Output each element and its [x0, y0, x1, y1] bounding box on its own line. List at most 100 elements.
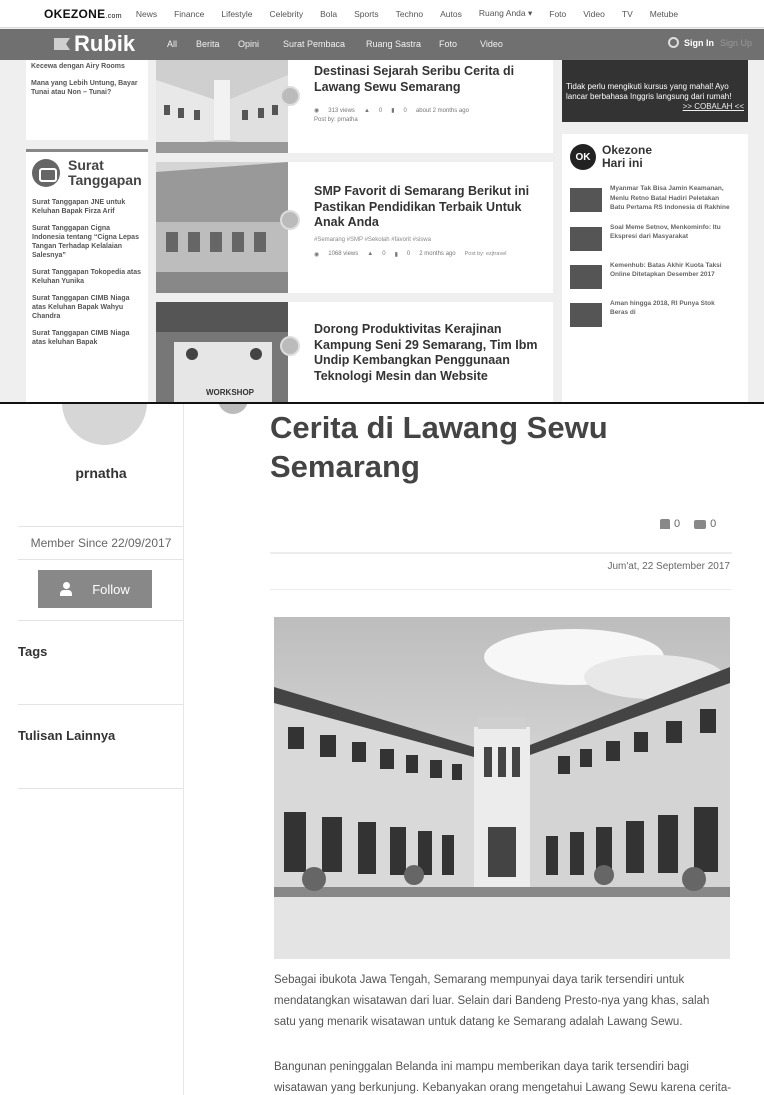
lawang-sewu-photo-icon	[274, 617, 730, 959]
like-icon[interactable]	[660, 519, 670, 529]
article-title[interactable]: Destinasi Sejarah Seribu Cerita di Lawan…	[314, 64, 544, 95]
search-icon[interactable]	[668, 37, 679, 48]
nav-news[interactable]: News	[136, 9, 157, 19]
news-item[interactable]: Myanmar Tak Bisa Jamin Keamanan, Menlu R…	[570, 184, 740, 213]
surat-item[interactable]: Surat Tanggapan Tokopedia atas Keluhan Y…	[32, 268, 142, 286]
nav-celebrity[interactable]: Celebrity	[270, 9, 304, 19]
okezone-top-nav: OKEZONE.com News Finance Lifestyle Celeb…	[0, 0, 764, 28]
ad-text: Tidak perlu mengikuti kursus yang mahal!…	[566, 82, 732, 101]
article-type-badge-icon	[280, 210, 300, 230]
nav-tv[interactable]: TV	[622, 9, 633, 19]
nav-lifestyle[interactable]: Lifestyle	[221, 9, 252, 19]
surat-item[interactable]: Surat Tanggapan CIMB Niaga atas Keluhan …	[32, 294, 142, 321]
rubik-nav-all[interactable]: All	[167, 39, 177, 49]
okezone-badge-icon: OK	[570, 144, 596, 170]
okezone-hari-ini-header: OK Okezone Hari ini	[570, 144, 740, 170]
rubik-logo[interactable]: Rubik	[52, 31, 135, 57]
news-title[interactable]: Aman hingga 2018, RI Punya Stok Beras di	[610, 299, 730, 327]
post-time: about 2 months ago	[415, 107, 469, 114]
news-item[interactable]: Kemenhub: Batas Akhir Kuota Taksi Online…	[570, 261, 740, 289]
comments-count: 0	[710, 518, 717, 530]
nav-autos[interactable]: Autos	[440, 9, 462, 19]
article-card[interactable]: SMP Favorit di Semarang Berikut ini Past…	[156, 162, 553, 293]
member-since: Member Since 22/09/2017	[30, 536, 172, 550]
user-icon	[60, 582, 73, 596]
eye-icon: ◉	[314, 108, 320, 114]
article-tags[interactable]: #Semarang #SMP #Sekolah #favorit #siswa	[314, 237, 544, 243]
mail-icon	[32, 159, 60, 187]
nav-video[interactable]: Video	[583, 9, 605, 19]
sidebar-divider	[18, 620, 184, 621]
nav-foto[interactable]: Foto	[549, 9, 566, 19]
news-title[interactable]: Soal Meme Setnov, Menkominfo: Itu Ekspre…	[610, 223, 730, 251]
news-thumbnail[interactable]	[570, 188, 602, 212]
rubik-nav-foto[interactable]: Foto	[439, 39, 457, 49]
comments-count: 0	[403, 107, 407, 114]
english-course-ad[interactable]: Tidak perlu mengikuti kursus yang mahal!…	[562, 60, 748, 122]
related-item[interactable]: Mana yang Lebih Untung, Bayar Tunai atau…	[31, 79, 143, 97]
news-thumbnail[interactable]	[570, 302, 602, 327]
nav-sports[interactable]: Sports	[354, 9, 379, 19]
ad-cta-link[interactable]: >> COBALAH <<	[566, 102, 744, 111]
article-page-screenshot: prnatha Member Since 22/09/2017 Follow T…	[0, 404, 764, 1095]
sign-in-link[interactable]: Sign In	[684, 38, 714, 48]
comments-count: 0	[406, 251, 411, 257]
surat-tanggapan-title: Surat Tanggapan	[68, 157, 142, 188]
rubik-nav-surat-pembaca[interactable]: Surat Pembaca	[283, 39, 345, 49]
article-title[interactable]: Dorong Produktivitas Kerajinan Kampung S…	[314, 322, 544, 384]
thumb-caption: WORKSHOP	[206, 388, 254, 397]
posted-by[interactable]: Post by: ezjtravel	[465, 251, 507, 257]
news-item[interactable]: Soal Meme Setnov, Menkominfo: Itu Ekspre…	[570, 223, 740, 251]
surat-tanggapan-header: Surat Tanggapan	[32, 158, 142, 188]
article-title: Cerita di Lawang Sewu Semarang	[270, 410, 608, 484]
author-sidebar: prnatha Member Since 22/09/2017 Follow T…	[18, 404, 184, 1095]
article-thumbnail[interactable]: WORKSHOP	[156, 302, 288, 402]
article-thumbnail[interactable]	[156, 162, 288, 293]
follow-label: Follow	[92, 581, 130, 597]
sign-in-area: Sign In Sign Up	[668, 37, 752, 48]
article-meta: ◉ 313 views ▲ 0 ▮ 0 about 2 months ago	[314, 107, 544, 115]
rubik-nav-berita[interactable]: Berita	[196, 39, 220, 49]
rubik-nav-video[interactable]: Video	[480, 39, 503, 49]
related-item[interactable]: Kecewa dengan Airy Rooms	[31, 62, 143, 71]
posted-by[interactable]: Post by: prnatha	[314, 117, 544, 123]
news-item[interactable]: Aman hingga 2018, RI Punya Stok Beras di	[570, 299, 740, 327]
nav-bola[interactable]: Bola	[320, 9, 337, 19]
sign-up-link[interactable]: Sign Up	[720, 38, 752, 48]
nav-finance[interactable]: Finance	[174, 9, 204, 19]
surat-item[interactable]: Surat Tanggapan Cigna Indonesia tentang …	[32, 224, 142, 260]
news-thumbnail[interactable]	[570, 264, 602, 289]
rubik-flag-icon	[54, 38, 70, 50]
okezone-logo[interactable]: OKEZONE.com	[44, 7, 122, 21]
article-paragraph: Bangunan peninggalan Belanda ini mampu m…	[274, 1061, 732, 1094]
surat-item[interactable]: Surat Tanggapan JNE untuk Keluhan Bapak …	[32, 198, 142, 216]
nav-techno[interactable]: Techno	[396, 9, 423, 19]
article-hero-image	[274, 617, 730, 959]
nav-metube[interactable]: Metube	[650, 9, 678, 19]
sidebar-divider	[18, 526, 184, 527]
likes-count: 0	[382, 251, 386, 257]
comment-icon: ▮	[391, 108, 395, 114]
rubik-nav-ruang-sastra[interactable]: Ruang Sastra	[366, 39, 421, 49]
tulisan-lainnya-heading: Tulisan Lainnya	[18, 728, 116, 743]
news-title[interactable]: Kemenhub: Batas Akhir Kuota Taksi Online…	[610, 261, 730, 289]
article-card[interactable]: WORKSHOP Dorong Produktivitas Kerajinan …	[156, 302, 553, 402]
article-thumbnail[interactable]	[156, 60, 288, 153]
surat-item[interactable]: Surat Tanggapan CIMB Niaga atas keluhan …	[32, 329, 142, 347]
author-username[interactable]: prnatha	[18, 465, 184, 481]
avatar[interactable]	[62, 404, 147, 445]
article-title[interactable]: SMP Favorit di Semarang Berikut ini Past…	[314, 184, 544, 231]
comment-icon[interactable]	[694, 519, 707, 529]
news-thumbnail[interactable]	[570, 226, 602, 251]
like-icon: ▲	[367, 251, 374, 257]
eye-icon: ◉	[314, 251, 320, 258]
news-title[interactable]: Myanmar Tak Bisa Jamin Keamanan, Menlu R…	[610, 184, 730, 213]
rubik-nav-opini[interactable]: Opini	[238, 39, 259, 49]
article-type-badge-icon	[280, 86, 300, 106]
follow-button[interactable]: Follow	[38, 570, 152, 608]
views-count: 313 views	[328, 107, 355, 114]
like-icon: ▲	[363, 107, 370, 114]
nav-ruang-anda[interactable]: Ruang Anda ▾	[479, 8, 532, 19]
archive-page-screenshot: OKEZONE.com News Finance Lifestyle Celeb…	[0, 0, 764, 402]
article-card[interactable]: Destinasi Sejarah Seribu Cerita di Lawan…	[156, 60, 553, 153]
